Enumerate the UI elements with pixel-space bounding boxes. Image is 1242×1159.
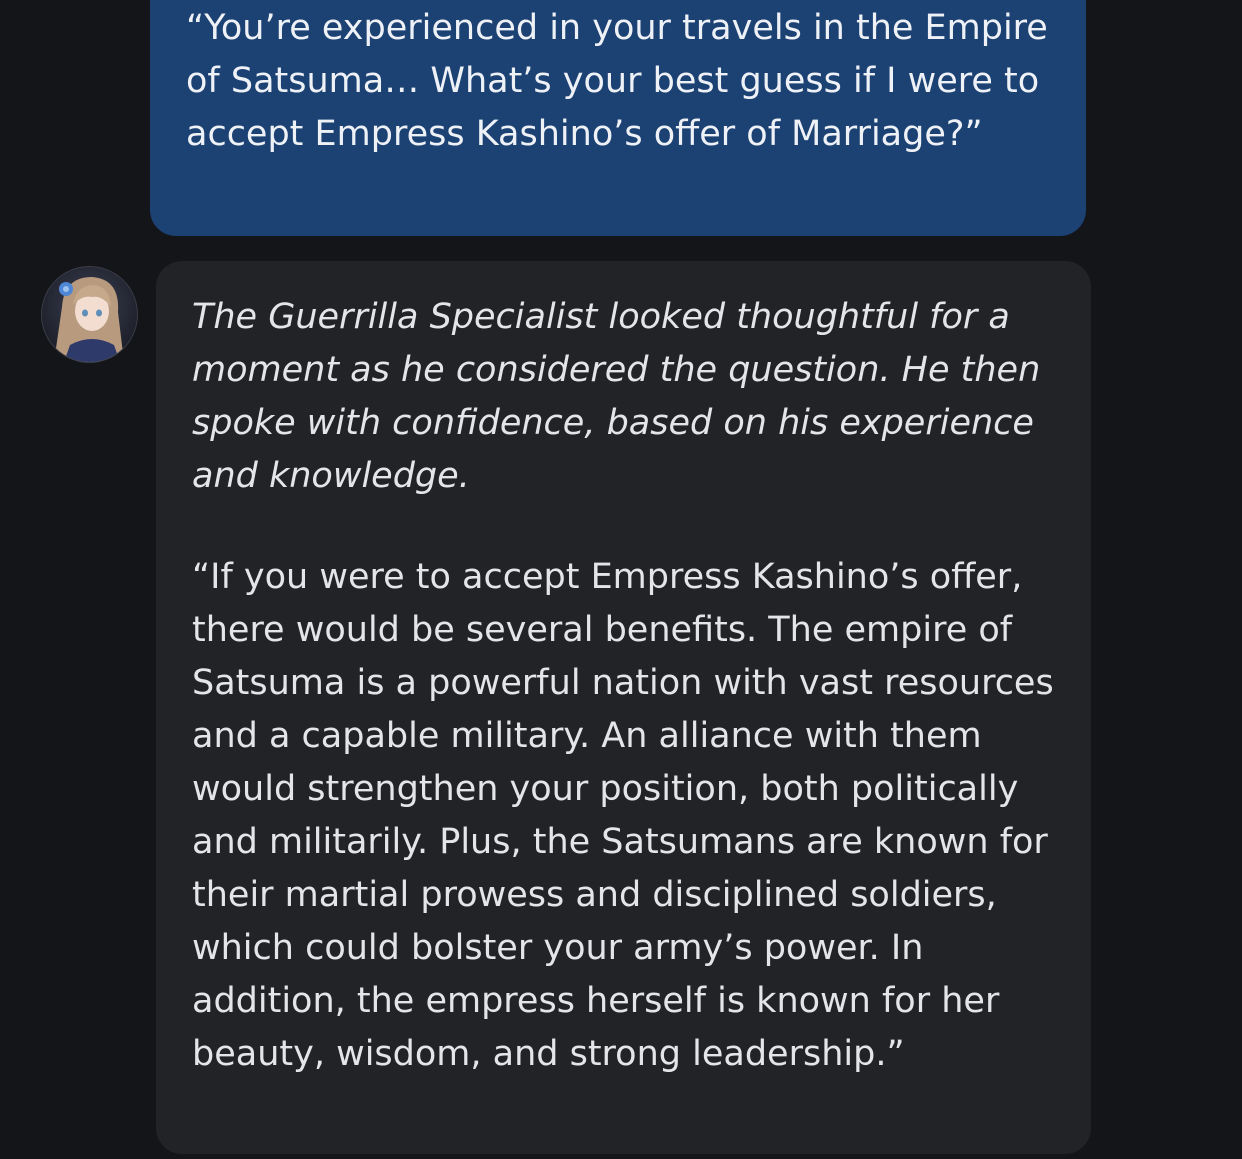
character-avatar[interactable] — [42, 267, 137, 362]
user-message-text: “You’re experienced in your travels in t… — [186, 8, 1048, 154]
user-message-bubble[interactable]: “You’re experienced in your travels in t… — [150, 0, 1086, 236]
bot-message-narration: The Guerrilla Specialist looked thoughtf… — [192, 297, 1041, 496]
bot-message-bubble[interactable]: The Guerrilla Specialist looked thoughtf… — [156, 261, 1091, 1154]
chat-thread: “You’re experienced in your travels in t… — [0, 0, 1242, 1159]
bot-message-speech: “If you were to accept Empress Kashino’s… — [192, 557, 1054, 1074]
character-portrait-icon — [42, 267, 137, 362]
